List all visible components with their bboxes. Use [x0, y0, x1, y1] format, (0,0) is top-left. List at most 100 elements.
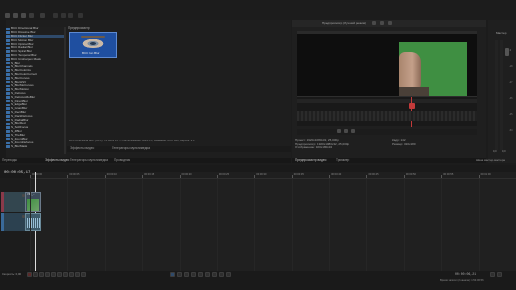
zoom-in-button[interactable]	[490, 272, 495, 277]
video-clip[interactable]: VID_...	[25, 192, 41, 212]
new-project-button[interactable]	[5, 13, 10, 18]
timecode-display[interactable]: 00:00:05,17	[4, 171, 30, 175]
effect-icon	[6, 54, 10, 57]
go-start-button[interactable]	[63, 272, 68, 277]
effect-icon	[6, 73, 10, 76]
go-end-button[interactable]	[69, 272, 74, 277]
grid-line	[216, 179, 218, 271]
selection-tool-button[interactable]	[184, 272, 189, 277]
master-level-label: -45	[509, 113, 513, 116]
video-track-header[interactable]	[1, 192, 29, 212]
effect-thumbnail-label: BCC Ion Blur	[82, 51, 100, 55]
render-button[interactable]	[40, 13, 45, 18]
stop-button[interactable]	[57, 272, 62, 277]
preview-quality-label[interactable]: Предпросмотр (Лучший режим)	[322, 22, 366, 25]
zoom-out-button[interactable]	[497, 272, 502, 277]
ruler-tick	[478, 175, 480, 178]
master-level-label: -27	[509, 81, 513, 84]
audio-clip[interactable]	[25, 213, 41, 231]
tab-explorer[interactable]: Проводник	[114, 158, 130, 162]
trimmer-marker[interactable]	[409, 103, 415, 109]
trim-start-button[interactable]	[198, 272, 203, 277]
effect-icon	[6, 99, 10, 103]
undo-button[interactable]	[78, 13, 83, 18]
effect-icon	[6, 46, 10, 50]
eye-image	[81, 38, 105, 48]
effect-icon	[6, 42, 10, 46]
effect-icon	[6, 80, 10, 84]
effect-thumbnail[interactable]: BCC Ion Blur	[69, 32, 117, 58]
envelope-tool-button[interactable]	[177, 272, 182, 277]
rate-label: Скорость: 0,00	[2, 272, 22, 276]
fx-status-bar: BCC Directional Blur: (OFX), V1 Boris FX…	[69, 140, 195, 142]
audio-waveform	[27, 218, 40, 228]
cut-button[interactable]	[53, 13, 58, 18]
effect-icon	[6, 57, 10, 61]
effect-icon	[6, 92, 10, 95]
master-level-label: -9	[509, 49, 512, 52]
person-head	[399, 52, 421, 90]
effect-icon	[6, 145, 10, 148]
next-frame-button[interactable]	[351, 129, 355, 133]
preview-copy-button[interactable]	[388, 21, 392, 25]
properties-button[interactable]	[29, 13, 34, 18]
trim-end-button[interactable]	[205, 272, 210, 277]
master-level-label: -18	[509, 65, 513, 68]
record-button[interactable]	[27, 272, 32, 277]
paste-button[interactable]	[68, 13, 73, 18]
region-button[interactable]	[219, 272, 224, 277]
trimmer-strip[interactable]	[297, 96, 477, 127]
master-bus-panel: Мастер -9 -18 -27 -36 -45 -54 0,0 0,0 Шина ма…	[476, 20, 516, 163]
tab-video-effects[interactable]: Эффекты видео	[70, 146, 94, 150]
tab-video-fx[interactable]: Эффекты видео	[45, 158, 69, 162]
effect-icon	[6, 31, 10, 34]
info-display: Отображение: 320x180x32	[295, 145, 333, 150]
copy-button[interactable]	[61, 13, 66, 18]
loop-button[interactable]	[33, 272, 38, 277]
prev-frame-tl-button[interactable]	[75, 272, 80, 277]
effects-list[interactable]: BCC Directional Blur BCC Dissolve Blur BCC…	[6, 27, 66, 157]
ruler-label: 00:00:55	[443, 173, 454, 176]
effect-item[interactable]: S_BlurMask	[6, 145, 66, 149]
effects-scrollbar[interactable]	[64, 27, 66, 154]
master-meter-right	[500, 40, 503, 150]
prev-frame-button[interactable]	[337, 129, 341, 133]
timeline-ruler[interactable]: 00:00:00 00:00:05 00:00:10 00:00:15 00:00:20…	[30, 172, 516, 179]
play-from-start-button[interactable]	[39, 272, 44, 277]
tab-media-generators[interactable]: Генераторы мультимедиа	[112, 146, 150, 150]
tab-trimmer[interactable]: Триммер	[336, 158, 349, 162]
pause-button[interactable]	[51, 272, 56, 277]
timeline-transport: Скорость: 0,00 00:00:06,21 Время записи …	[0, 271, 516, 290]
open-button[interactable]	[13, 13, 18, 18]
preview-header: Предпросмотр	[68, 26, 90, 30]
master-level-label: -54	[509, 129, 513, 132]
grid-line	[104, 179, 106, 271]
edit-tool-button[interactable]	[170, 272, 175, 277]
audio-track-header[interactable]	[1, 213, 28, 231]
trimmer-track	[297, 99, 477, 103]
save-button[interactable]	[21, 13, 26, 18]
split-tool-button[interactable]	[191, 272, 196, 277]
grid-line	[67, 179, 69, 271]
effect-icon	[6, 130, 10, 133]
play-button[interactable]	[45, 272, 50, 277]
ruler-label: 00:00:40	[331, 173, 342, 176]
left-bottom-tabs: Переходы Эффекты видео Генераторы мульти…	[0, 158, 291, 163]
tab-transitions[interactable]: Переходы	[2, 158, 17, 162]
tab-generators[interactable]: Генераторы мультимедиа	[70, 158, 108, 162]
tab-video-preview[interactable]: Предпросмотр видео	[295, 158, 326, 162]
track-area[interactable]: VID_...	[25, 172, 516, 271]
effect-icon	[6, 88, 10, 91]
marker-button[interactable]	[212, 272, 217, 277]
video-preview-panel: Предпросмотр (Лучший режим) Проект: 1920…	[292, 20, 486, 163]
trimmer-waveform	[297, 111, 477, 121]
play-preview-button[interactable]	[344, 129, 348, 133]
snap-button[interactable]	[226, 272, 231, 277]
next-frame-tl-button[interactable]	[81, 272, 86, 277]
ruler-label: 00:00:05	[69, 173, 80, 176]
master-title: Мастер	[496, 31, 507, 35]
effect-icon	[6, 126, 10, 129]
preview-split-button[interactable]	[372, 21, 376, 25]
ruler-tick	[291, 175, 293, 178]
preview-overlay-button[interactable]	[380, 21, 384, 25]
